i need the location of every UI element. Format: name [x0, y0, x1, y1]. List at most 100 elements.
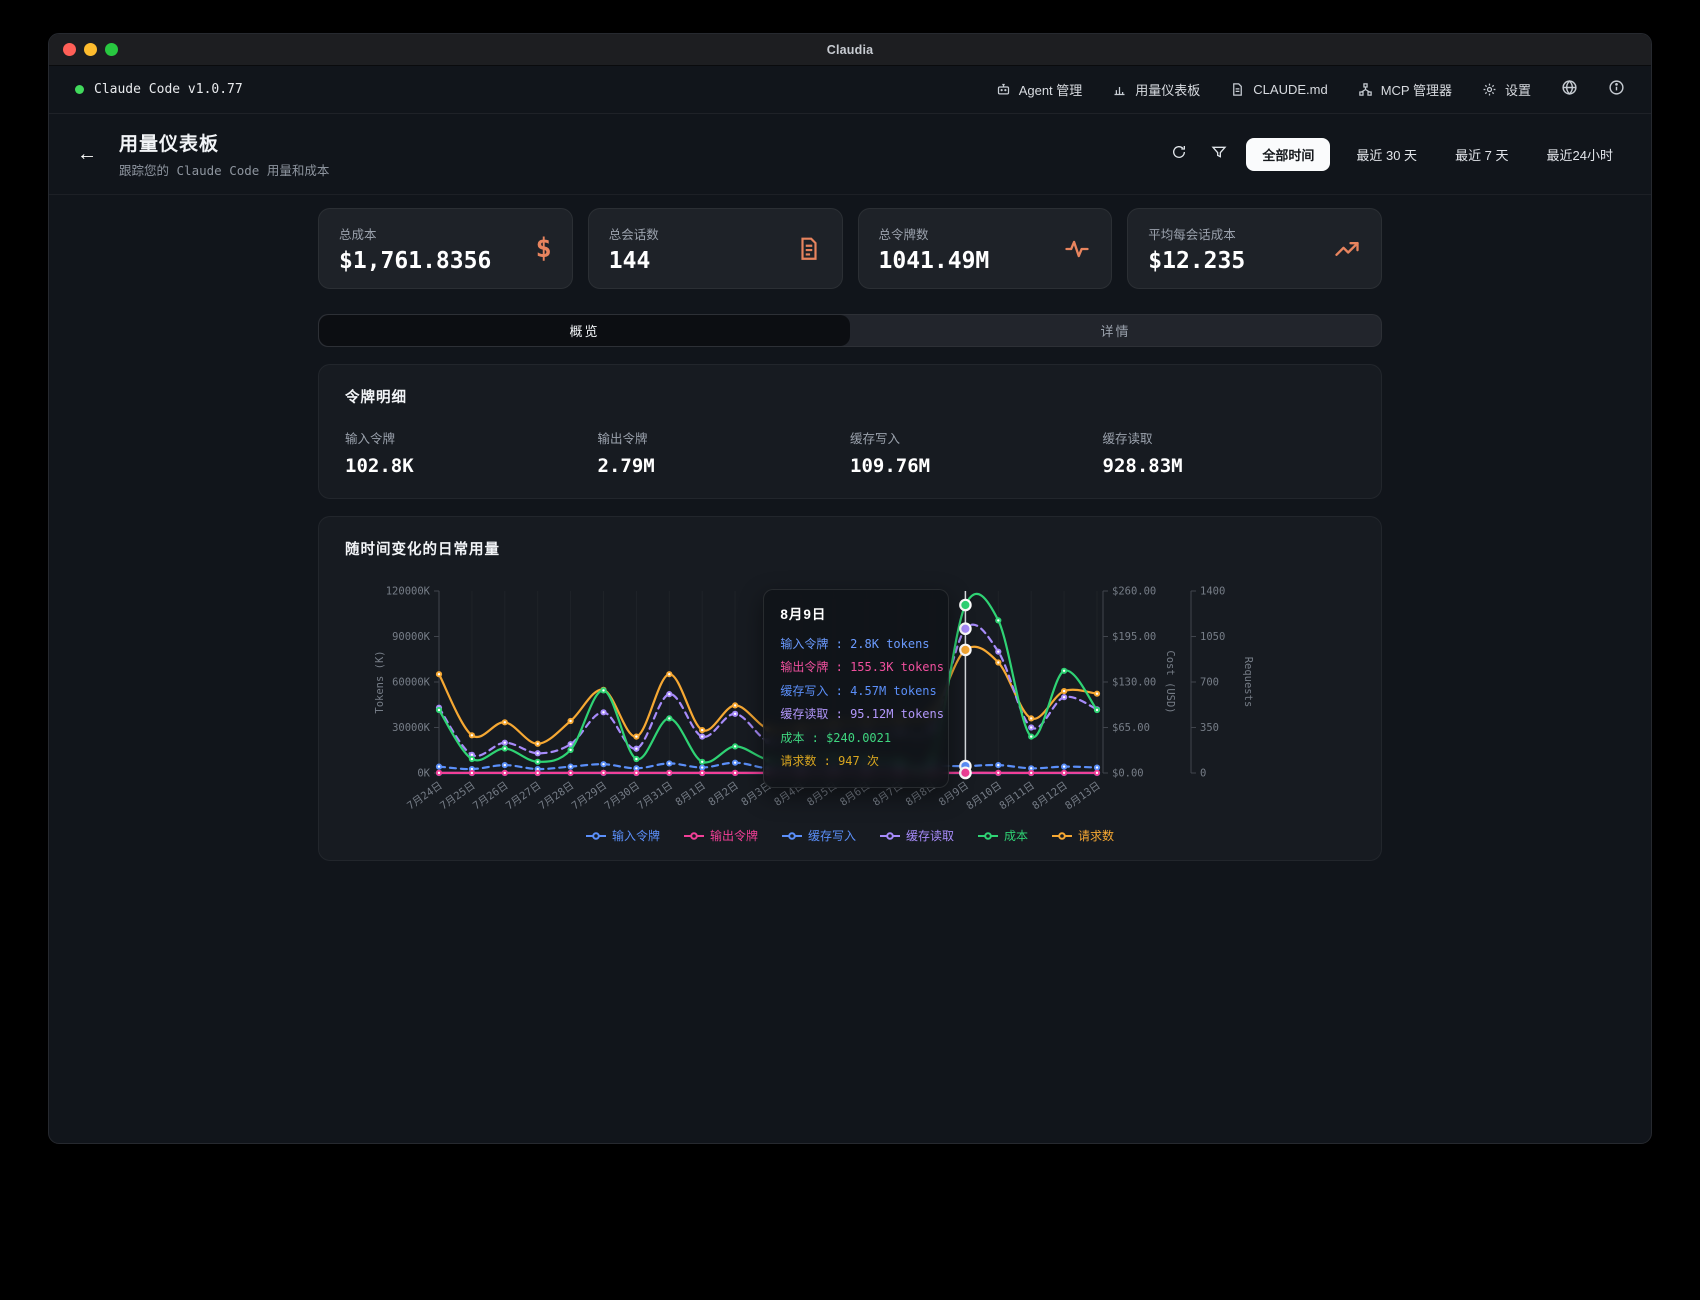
svg-text:8月11日: 8月11日	[997, 780, 1037, 813]
back-button[interactable]: ←	[75, 140, 99, 168]
nav-item-usage-dashboard[interactable]: 用量仪表板	[1112, 80, 1200, 99]
tab-overview[interactable]: 概览	[319, 315, 850, 346]
stat-label: 总成本	[339, 224, 491, 243]
tooltip-row: 请求数 : 947 次	[780, 750, 932, 773]
window-title: Claudia	[827, 43, 874, 57]
filter-last-24-hours[interactable]: 最近24小时	[1535, 138, 1625, 171]
token-stat-cache-write: 缓存写入 109.76M	[850, 428, 1103, 477]
svg-text:8月2日: 8月2日	[706, 780, 740, 809]
legend-item-0[interactable]: 输入令牌	[586, 827, 660, 844]
app-version-label: Claude Code v1.0.77	[94, 82, 243, 97]
language-globe-button[interactable]	[1561, 79, 1578, 101]
tooltip-date: 8月9日	[780, 603, 932, 623]
tooltip-row: 输入令牌 : 2.8K tokens	[780, 633, 932, 656]
svg-text:Cost (USD): Cost (USD)	[1164, 650, 1176, 713]
svg-text:$0.00: $0.00	[1112, 768, 1144, 780]
filter-last-7-days[interactable]: 最近 7 天	[1443, 138, 1520, 171]
svg-text:700: 700	[1200, 677, 1219, 689]
info-icon	[1608, 79, 1625, 101]
legend-marker-icon	[586, 831, 606, 841]
legend-item-5[interactable]: 请求数	[1052, 827, 1114, 844]
legend-marker-icon	[684, 831, 704, 841]
zoom-window-button[interactable]	[105, 43, 118, 56]
filter-all-time[interactable]: 全部时间	[1246, 138, 1330, 171]
minimize-window-button[interactable]	[84, 43, 97, 56]
activity-icon	[1063, 235, 1091, 263]
close-window-button[interactable]	[63, 43, 76, 56]
svg-text:1400: 1400	[1200, 586, 1225, 598]
token-stat-cache-read: 缓存读取 928.83M	[1103, 428, 1356, 477]
gear-icon	[1482, 82, 1497, 97]
stat-cards: 总成本 $1,761.8356 $ 总会话数 144	[318, 208, 1382, 289]
svg-text:120000K: 120000K	[386, 586, 431, 598]
tab-details[interactable]: 详情	[850, 315, 1381, 346]
tooltip-row: 输出令牌 : 155.3K tokens	[780, 656, 932, 679]
nav-item-agents[interactable]: Agent 管理	[996, 80, 1083, 99]
legend-marker-icon	[782, 831, 802, 841]
svg-text:8月10日: 8月10日	[964, 780, 1004, 813]
stat-label: 平均每会话成本	[1148, 224, 1245, 243]
svg-text:7月28日: 7月28日	[537, 780, 577, 813]
nav-item-claude-md[interactable]: CLAUDE.md	[1230, 82, 1327, 97]
svg-text:$65.00: $65.00	[1112, 722, 1150, 734]
legend-item-2[interactable]: 缓存写入	[782, 827, 856, 844]
token-stat-input: 输入令牌 102.8K	[345, 428, 598, 477]
nav-item-mcp-manager[interactable]: MCP 管理器	[1358, 80, 1452, 99]
status-dot	[75, 85, 84, 94]
legend-item-3[interactable]: 缓存读取	[880, 827, 954, 844]
trend-up-icon	[1333, 235, 1361, 263]
svg-text:8月1日: 8月1日	[673, 780, 707, 809]
bar-chart-icon	[1112, 82, 1127, 97]
file-icon	[1230, 82, 1245, 97]
svg-text:7月30日: 7月30日	[602, 780, 642, 813]
refresh-button[interactable]	[1166, 139, 1192, 170]
filter-last-30-days[interactable]: 最近 30 天	[1344, 138, 1429, 171]
legend-item-1[interactable]: 输出令牌	[684, 827, 758, 844]
bot-icon	[996, 82, 1011, 97]
page-header: ← 用量仪表板 跟踪您的 Claude Code 用量和成本 全部时	[49, 114, 1651, 195]
filter-icon	[1211, 144, 1227, 165]
svg-text:$260.00: $260.00	[1112, 586, 1156, 598]
svg-text:Tokens (K): Tokens (K)	[374, 650, 386, 713]
chart-legend: 输入令牌 输出令牌 缓存写入 缓存读取 成本 请求数	[345, 827, 1355, 844]
network-icon	[1358, 82, 1373, 97]
token-breakdown-panel: 令牌明细 输入令牌 102.8K 输出令牌 2.79M 缓存写入 109.76M	[318, 364, 1382, 499]
tooltip-row: 缓存写入 : 4.57M tokens	[780, 680, 932, 703]
svg-text:8月13日: 8月13日	[1063, 780, 1103, 813]
legend-marker-icon	[978, 831, 998, 841]
svg-text:7月24日: 7月24日	[405, 780, 445, 813]
app-window: Claudia Claude Code v1.0.77 Agent 管理	[48, 33, 1652, 1144]
info-button[interactable]	[1608, 79, 1625, 101]
stat-value: $1,761.8356	[339, 248, 491, 274]
svg-text:30000K: 30000K	[392, 722, 431, 734]
dollar-icon: $	[535, 233, 551, 264]
refresh-icon	[1171, 144, 1187, 165]
stat-label: 总会话数	[609, 224, 659, 243]
token-stat-output: 输出令牌 2.79M	[598, 428, 851, 477]
svg-text:7月31日: 7月31日	[635, 780, 675, 813]
tooltip-row: 缓存读取 : 95.12M tokens	[780, 703, 932, 726]
legend-marker-icon	[1052, 831, 1072, 841]
svg-text:7月27日: 7月27日	[504, 780, 544, 813]
svg-text:1050: 1050	[1200, 631, 1225, 643]
svg-text:0: 0	[1200, 768, 1206, 780]
stat-card-total-cost: 总成本 $1,761.8356 $	[318, 208, 573, 289]
stat-label: 总令牌数	[879, 224, 990, 243]
legend-item-4[interactable]: 成本	[978, 827, 1028, 844]
daily-usage-chart[interactable]: 0K30000K60000K90000K120000KTokens (K)$0.…	[345, 573, 1355, 823]
daily-usage-panel: 随时间变化的日常用量 0K30000K60000K90000K120000KTo…	[318, 516, 1382, 861]
svg-text:60000K: 60000K	[392, 677, 431, 689]
view-tabs: 概览 详情	[318, 314, 1382, 347]
document-icon	[796, 236, 822, 262]
page-title: 用量仪表板	[119, 129, 329, 156]
stat-card-total-tokens: 总令牌数 1041.49M	[858, 208, 1113, 289]
app-identity: Claude Code v1.0.77	[75, 82, 243, 97]
filter-button[interactable]	[1206, 139, 1232, 170]
svg-text:$195.00: $195.00	[1112, 631, 1156, 643]
svg-text:7月29日: 7月29日	[570, 780, 610, 813]
legend-marker-icon	[880, 831, 900, 841]
svg-text:Requests: Requests	[1242, 657, 1254, 708]
title-bar: Claudia	[49, 34, 1651, 66]
nav-item-settings[interactable]: 设置	[1482, 80, 1531, 99]
stat-value: 1041.49M	[879, 248, 990, 274]
